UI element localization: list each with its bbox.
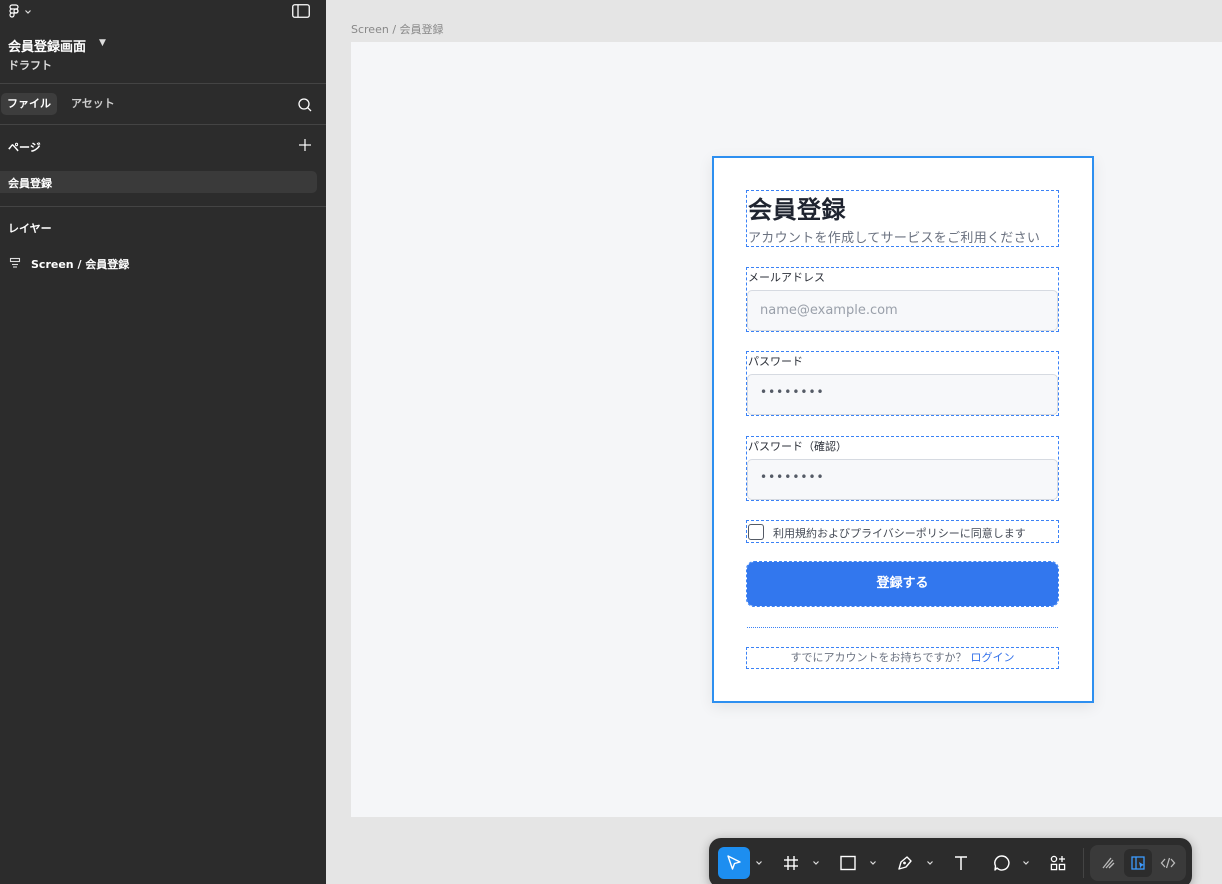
frame-layer-icon <box>9 257 21 268</box>
cursor-icon <box>727 855 741 870</box>
layer-label: Screen / 会員登録 <box>31 258 130 271</box>
pen-icon <box>898 856 912 870</box>
file-menu-chevron-icon[interactable]: ▼ <box>99 38 106 48</box>
confirm-password-field[interactable]: •••••••• <box>747 459 1058 500</box>
chevron-down-icon[interactable] <box>869 859 877 867</box>
terms-checkbox[interactable] <box>748 524 764 540</box>
password-label: パスワード <box>748 355 803 368</box>
sidebar-tabs: ファイル アセット <box>0 85 326 125</box>
login-prompt-group: すでにアカウントをお持ちですか？ ログイン <box>746 647 1059 669</box>
design-icon <box>1131 856 1145 870</box>
terms-label[interactable]: 利用規約およびプライバシーポリシーに同意します <box>773 525 1026 541</box>
pages-label: ページ <box>8 141 41 154</box>
frame-tool-button[interactable] <box>775 847 807 879</box>
figma-logo-icon <box>9 4 19 18</box>
form-subtitle: アカウントを作成してサービスをご利用ください <box>748 231 1041 246</box>
draw-mode-button[interactable] <box>1094 849 1122 877</box>
password-placeholder: •••••••• <box>760 385 825 399</box>
pages-section-header: ページ <box>0 126 326 166</box>
email-field-group: メールアドレス name@example.com <box>746 267 1059 332</box>
layer-item[interactable]: Screen / 会員登録 <box>0 253 326 273</box>
left-sidebar: 会員登録画面 ▼ ドラフト ファイル アセット ページ 会員登録 レイヤー Sc… <box>0 0 326 884</box>
form-title: 会員登録 <box>748 196 846 224</box>
search-icon[interactable] <box>297 97 313 113</box>
password-field-group: パスワード •••••••• <box>746 351 1059 416</box>
sidebar-toggle-icon[interactable] <box>292 4 310 18</box>
comment-icon <box>994 855 1010 871</box>
email-label: メールアドレス <box>748 271 825 284</box>
toolbar-divider <box>1083 848 1084 878</box>
login-link[interactable]: ログイン <box>971 651 1015 664</box>
rectangle-tool-button[interactable] <box>832 847 864 879</box>
tab-files[interactable]: ファイル <box>1 93 57 115</box>
divider <box>0 206 326 207</box>
layers-label: レイヤー <box>8 222 52 235</box>
bottom-toolbar <box>709 838 1192 884</box>
confirm-password-placeholder: •••••••• <box>760 470 825 484</box>
page-item[interactable]: 会員登録 <box>0 171 317 193</box>
password-field[interactable]: •••••••• <box>747 374 1058 415</box>
confirm-password-label: パスワード（確認） <box>748 440 847 453</box>
page-item-label: 会員登録 <box>8 177 52 190</box>
email-field[interactable]: name@example.com <box>747 290 1058 331</box>
actions-icon <box>1050 855 1066 871</box>
add-page-icon[interactable] <box>297 137 313 153</box>
email-placeholder: name@example.com <box>760 303 898 318</box>
file-header: 会員登録画面 ▼ ドラフト <box>0 0 326 84</box>
file-title[interactable]: 会員登録画面 <box>8 36 86 55</box>
actions-tool-button[interactable] <box>1042 847 1074 879</box>
confirm-password-field-group: パスワード（確認） •••••••• <box>746 436 1059 501</box>
main-menu-button[interactable] <box>8 4 36 20</box>
mode-switcher <box>1090 845 1186 881</box>
draw-icon <box>1102 857 1115 869</box>
text-tool-button[interactable] <box>945 847 977 879</box>
comment-tool-button[interactable] <box>986 847 1018 879</box>
login-prompt: すでにアカウントをお持ちですか？ <box>790 651 967 664</box>
file-status: ドラフト <box>8 59 52 72</box>
design-mode-button[interactable] <box>1124 849 1152 877</box>
rectangle-icon <box>840 855 856 871</box>
terms-agreement: 利用規約およびプライバシーポリシーに同意します <box>746 520 1059 543</box>
frame-icon <box>784 856 798 870</box>
dev-mode-button[interactable] <box>1154 849 1182 877</box>
chevron-down-icon[interactable] <box>926 859 934 867</box>
tab-assets[interactable]: アセット <box>65 93 121 115</box>
chevron-down-icon[interactable] <box>755 859 763 867</box>
divider <box>747 627 1058 628</box>
pen-tool-button[interactable] <box>889 847 921 879</box>
register-button[interactable]: 登録する <box>746 561 1059 607</box>
code-icon <box>1160 857 1176 869</box>
chevron-down-icon <box>25 10 31 14</box>
move-tool-button[interactable] <box>718 847 750 879</box>
chevron-down-icon[interactable] <box>812 859 820 867</box>
chevron-down-icon[interactable] <box>1022 859 1030 867</box>
text-icon <box>955 856 967 870</box>
frame-label[interactable]: Screen / 会員登録 <box>351 21 444 37</box>
